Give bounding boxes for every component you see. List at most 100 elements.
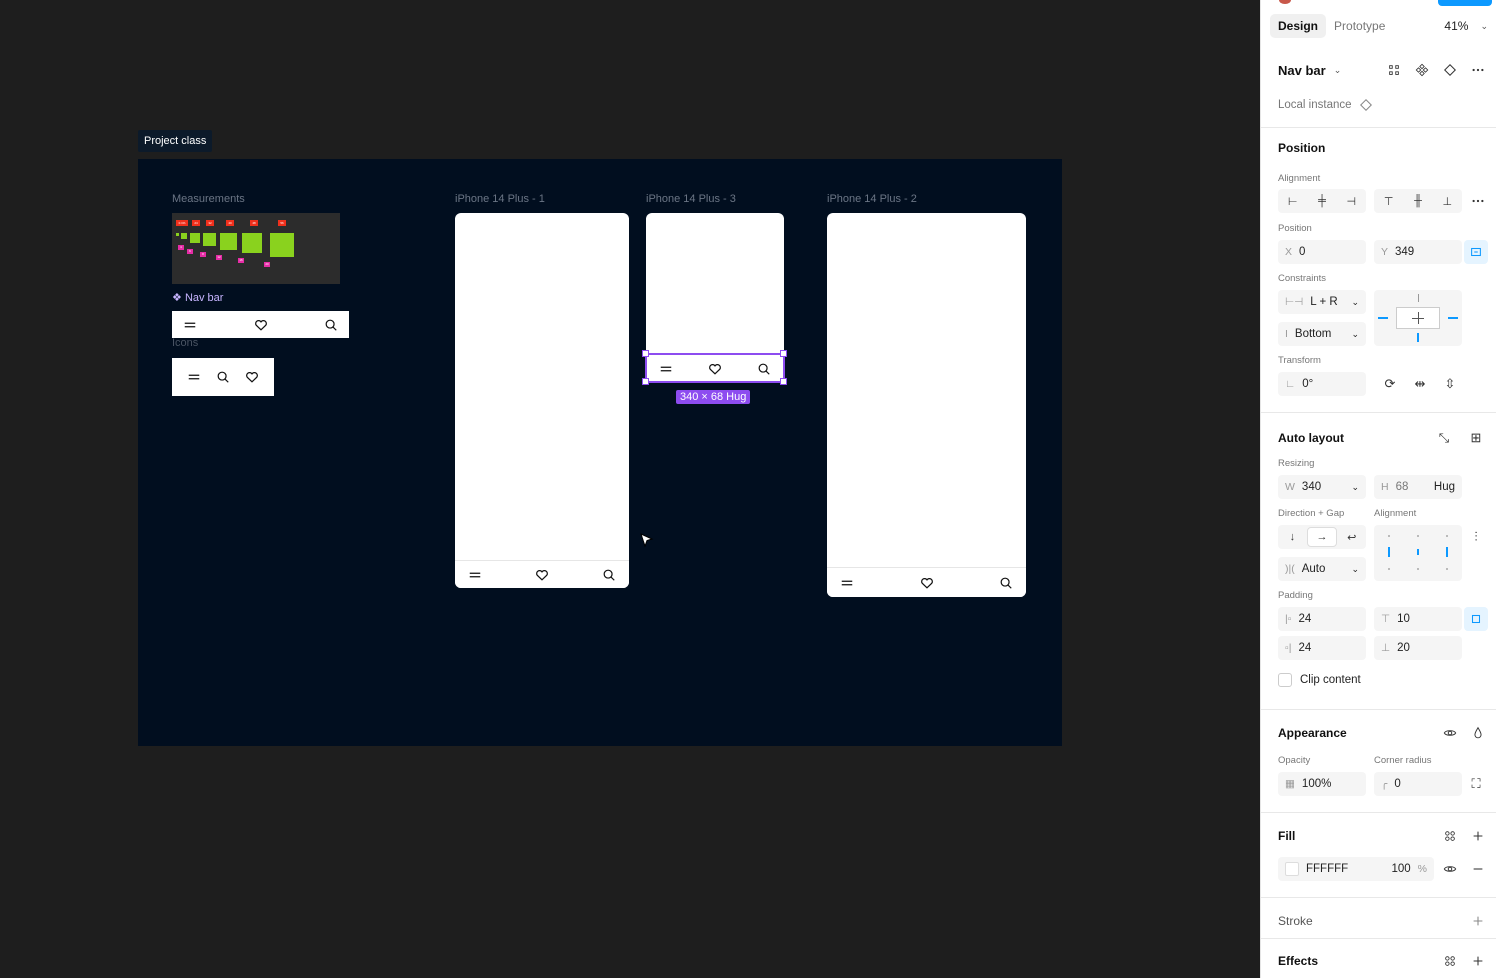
opacity-field[interactable]: ▦ 100% <box>1278 772 1366 796</box>
more-options-icon[interactable] <box>1468 60 1488 80</box>
align-top-icon[interactable]: ⊤ <box>1374 195 1403 208</box>
padding-top-field[interactable]: ⊤ 10 <box>1374 607 1462 631</box>
resize-handle[interactable] <box>780 350 787 357</box>
mouse-cursor-icon <box>640 533 654 548</box>
flip-horizontal-icon[interactable]: ⇹ <box>1408 372 1432 396</box>
align-center-h-icon[interactable]: ╪ <box>1307 195 1336 207</box>
x-field[interactable]: X0 <box>1278 240 1366 264</box>
heart-icon <box>919 575 935 591</box>
search-icon <box>601 567 617 583</box>
gap-field[interactable]: )|(Auto ⌄ <box>1278 557 1366 581</box>
rotation-field[interactable]: ∟ 0° <box>1278 372 1366 396</box>
height-field[interactable]: H 68 Hug <box>1374 475 1462 499</box>
independent-corners-icon[interactable]: ⛶ <box>1464 772 1488 796</box>
section-title[interactable]: Project class <box>138 130 213 152</box>
grid-select-icon[interactable] <box>1384 60 1404 80</box>
fill-title: Fill <box>1278 829 1296 843</box>
chevron-down-icon[interactable]: ⌄ <box>1334 65 1342 76</box>
align-bottom-icon[interactable]: ⊥ <box>1433 195 1462 208</box>
absolute-position-icon[interactable] <box>1464 240 1488 264</box>
drop-icon[interactable] <box>1468 723 1488 743</box>
corner-radius-field[interactable]: ╭ 0 <box>1374 772 1462 796</box>
design-canvas[interactable]: Project class Measurements 0.1% 24 32 40… <box>0 0 1260 978</box>
tab-design[interactable]: Design <box>1270 14 1327 38</box>
zoom-value: 41% <box>1444 19 1469 33</box>
layer-name[interactable]: Nav bar <box>1278 63 1326 78</box>
component-label[interactable]: ❖ Nav bar <box>172 291 223 304</box>
chevron-down-icon: ⌄ <box>1480 20 1488 31</box>
color-swatch[interactable] <box>1285 862 1299 876</box>
frame-label-1[interactable]: iPhone 14 Plus - 1 <box>455 193 545 205</box>
alignment-grid[interactable] <box>1374 525 1462 581</box>
frame-label-3[interactable]: iPhone 14 Plus - 3 <box>646 193 736 205</box>
minus-icon[interactable] <box>1468 859 1488 879</box>
share-button[interactable] <box>1438 0 1492 6</box>
fill-color-field[interactable]: FFFFFF 100 % <box>1278 857 1434 881</box>
tab-prototype[interactable]: Prototype <box>1326 14 1393 38</box>
eye-icon[interactable] <box>1440 723 1460 743</box>
clip-content-checkbox[interactable] <box>1278 673 1292 687</box>
nav-bar-instance[interactable] <box>455 560 629 588</box>
padding-left-field[interactable]: |▫ 24 <box>1278 607 1366 631</box>
more-options-icon[interactable] <box>1468 191 1488 211</box>
radius-value: 0 <box>1394 778 1401 790</box>
layout-options-icon[interactable]: ⊞ <box>1464 426 1488 450</box>
arrow-right-icon[interactable]: → <box>1306 527 1338 547</box>
alignment-label: Alignment <box>1278 173 1321 184</box>
independent-padding-icon[interactable] <box>1464 607 1488 631</box>
padding-bottom-field[interactable]: ⊥ 20 <box>1374 636 1462 660</box>
component-icon[interactable] <box>1412 60 1432 80</box>
gap-icon: )|( <box>1285 563 1295 575</box>
nav-bar-component[interactable] <box>172 311 349 338</box>
collapse-icon[interactable]: ⤡ <box>1432 426 1456 450</box>
styles-icon[interactable] <box>1440 951 1460 971</box>
nav-bar-instance[interactable] <box>827 567 1026 597</box>
eye-icon[interactable] <box>1440 859 1460 879</box>
advanced-settings-icon[interactable]: ⫶ <box>1464 525 1488 549</box>
flip-vertical-icon[interactable]: ⇳ <box>1438 372 1462 396</box>
align-center-v-icon[interactable]: ╫ <box>1403 195 1432 207</box>
section-project-class[interactable]: Measurements 0.1% 24 32 40 48 56 4 6 8 1… <box>138 159 1062 746</box>
measurement-tag: 4 <box>178 245 184 250</box>
resize-handle[interactable] <box>642 378 649 385</box>
diamond-icon[interactable] <box>1356 95 1376 115</box>
frame-label-2[interactable]: iPhone 14 Plus - 2 <box>827 193 917 205</box>
align-left-icon[interactable]: ⊢ <box>1278 195 1307 208</box>
wrap-icon[interactable]: ↩ <box>1337 531 1366 544</box>
icons-label[interactable]: Icons <box>172 337 198 349</box>
h-value: 68 <box>1395 481 1409 493</box>
width-field[interactable]: W 340 ⌄ <box>1278 475 1366 499</box>
y-field[interactable]: Y 349 <box>1374 240 1462 264</box>
properties-panel: Design Prototype 41% ⌄ Nav bar ⌄ Local i… <box>1260 0 1496 978</box>
resize-handle[interactable] <box>780 378 787 385</box>
padding-left-icon: |▫ <box>1285 613 1292 625</box>
padding-right-icon: ▫| <box>1285 642 1292 654</box>
plus-icon[interactable] <box>1468 826 1488 846</box>
constraint-vertical-select[interactable]: I Bottom ⌄ <box>1278 322 1366 346</box>
align-right-icon[interactable]: ⊣ <box>1337 195 1366 208</box>
resize-handle[interactable] <box>642 350 649 357</box>
plus-icon[interactable] <box>1468 911 1488 931</box>
zoom-control[interactable]: 41% ⌄ <box>1444 19 1488 33</box>
horizontal-align-group: ⊢ ╪ ⊣ <box>1278 189 1366 213</box>
measurements-frame[interactable]: 0.1% 24 32 40 48 56 4 6 8 12 16 20 <box>172 213 340 284</box>
iphone-frame-2[interactable] <box>827 213 1026 597</box>
measurement-tag: 6 <box>187 249 193 254</box>
appearance-title: Appearance <box>1278 726 1347 740</box>
measurements-label[interactable]: Measurements <box>172 193 245 205</box>
padding-right-field[interactable]: ▫| 24 <box>1278 636 1366 660</box>
panel-tabs: Design Prototype 41% ⌄ <box>1270 14 1488 38</box>
auto-layout-title: Auto layout <box>1278 431 1344 445</box>
detach-instance-icon[interactable] <box>1440 60 1460 80</box>
measurement-tag: 12 <box>216 255 222 260</box>
constraint-widget[interactable] <box>1374 290 1462 346</box>
constraints-label: Constraints <box>1278 273 1327 284</box>
plus-icon[interactable] <box>1468 951 1488 971</box>
rotate-icon[interactable]: ⟳ <box>1378 372 1402 396</box>
arrow-down-icon[interactable]: ↓ <box>1278 531 1307 543</box>
iphone-frame-1[interactable] <box>455 213 629 588</box>
styles-icon[interactable] <box>1440 826 1460 846</box>
constraint-horizontal-select[interactable]: ⊢⊣ L + R ⌄ <box>1278 290 1366 314</box>
icons-frame[interactable] <box>172 358 274 396</box>
avatar[interactable] <box>1279 0 1291 4</box>
